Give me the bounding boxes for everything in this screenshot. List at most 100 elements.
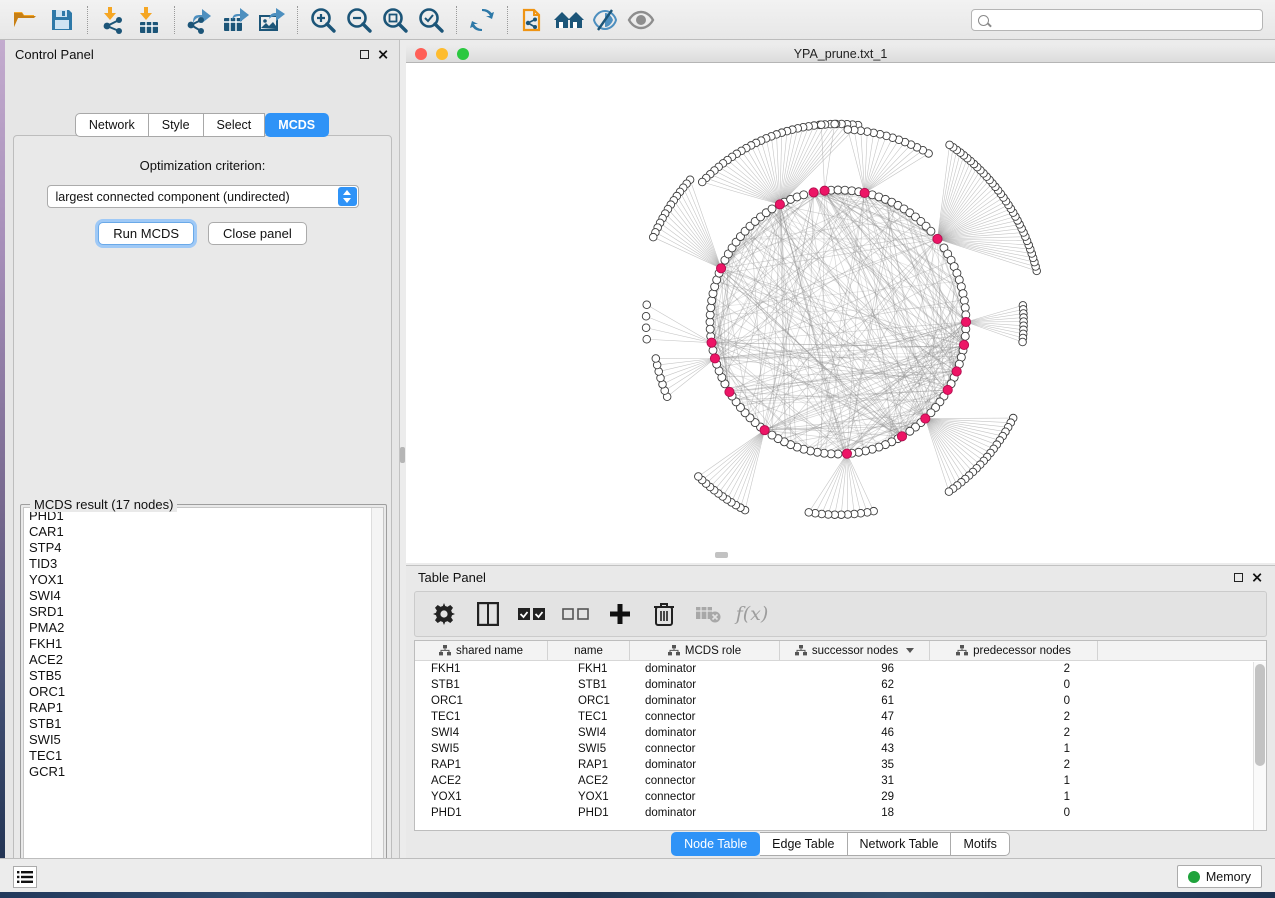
mcds-list-scrollbar[interactable] — [371, 508, 383, 872]
mcds-hub-node[interactable] — [952, 367, 961, 376]
float-panel-icon[interactable] — [360, 50, 369, 59]
mcds-result-list[interactable]: PHD1CAR1STP4TID3YOX1SWI4SRD1PMA2FKH1ACE2… — [23, 507, 384, 873]
deselect-all-icon[interactable] — [561, 599, 591, 629]
tab-mcds[interactable]: MCDS — [265, 113, 329, 137]
table-row[interactable]: ACE2ACE2connector311 — [415, 773, 1266, 789]
mcds-hub-node[interactable] — [933, 234, 942, 243]
table-row[interactable]: RAP1RAP1dominator352 — [415, 757, 1266, 773]
tab-style[interactable]: Style — [149, 113, 204, 137]
mcds-hub-node[interactable] — [775, 200, 784, 209]
split-scrollbar-thumb[interactable] — [400, 447, 405, 463]
show-eye-icon[interactable] — [623, 4, 659, 36]
import-network-icon[interactable] — [95, 4, 131, 36]
column-header-shared-name[interactable]: shared name — [415, 641, 548, 660]
tab-motifs[interactable]: Motifs — [951, 832, 1009, 856]
table-scrollbar-thumb[interactable] — [1255, 664, 1265, 766]
float-table-panel-icon[interactable] — [1234, 573, 1243, 582]
share-document-icon[interactable] — [515, 4, 551, 36]
mcds-hub-node[interactable] — [809, 188, 818, 197]
delete-row-icon[interactable] — [649, 599, 679, 629]
tab-select[interactable]: Select — [204, 113, 266, 137]
mcds-hub-node[interactable] — [760, 426, 769, 435]
select-all-icon[interactable] — [517, 599, 547, 629]
mcds-hub-node[interactable] — [961, 317, 970, 326]
mcds-result-item[interactable]: YOX1 — [24, 572, 383, 588]
mcds-result-item[interactable]: ORC1 — [24, 684, 383, 700]
mcds-result-item[interactable]: FKH1 — [24, 636, 383, 652]
mcds-hub-node[interactable] — [943, 385, 952, 394]
refresh-icon[interactable] — [464, 4, 500, 36]
cell-shared-name: PHD1 — [415, 807, 548, 819]
mcds-result-item[interactable]: SRD1 — [24, 604, 383, 620]
task-history-button[interactable] — [13, 866, 37, 888]
export-table-icon[interactable] — [218, 4, 254, 36]
column-header-name[interactable]: name — [548, 641, 630, 660]
table-row[interactable]: STB1STB1dominator620 — [415, 677, 1266, 693]
add-row-icon[interactable] — [605, 599, 635, 629]
table-row[interactable]: FKH1FKH1dominator962 — [415, 661, 1266, 677]
mcds-result-item[interactable]: PMA2 — [24, 620, 383, 636]
table-row[interactable]: YOX1YOX1connector291 — [415, 789, 1266, 805]
mcds-result-item[interactable]: ACE2 — [24, 652, 383, 668]
close-table-panel-icon[interactable]: ⨯ — [1251, 573, 1263, 582]
column-header-successor-nodes[interactable]: successor nodes — [780, 641, 930, 660]
tab-network[interactable]: Network — [75, 113, 149, 137]
table-row[interactable]: SWI4SWI4dominator462 — [415, 725, 1266, 741]
mcds-hub-node[interactable] — [842, 449, 851, 458]
mcds-result-title: MCDS result (17 nodes) — [30, 497, 177, 512]
table-scrollbar[interactable] — [1253, 662, 1266, 830]
mcds-result-item[interactable]: STB5 — [24, 668, 383, 684]
mcds-result-item[interactable]: STB1 — [24, 716, 383, 732]
hide-annotations-icon[interactable] — [587, 4, 623, 36]
mcds-result-item[interactable]: TID3 — [24, 556, 383, 572]
cell-predecessor: 0 — [930, 679, 1098, 691]
column-header-mcds-role[interactable]: MCDS role — [630, 641, 780, 660]
optimization-criterion-select[interactable]: largest connected component (undirected) — [47, 185, 359, 208]
column-chooser-icon[interactable] — [473, 599, 503, 629]
table-row[interactable]: ORC1ORC1dominator610 — [415, 693, 1266, 709]
column-header-predecessor-nodes[interactable]: predecessor nodes — [930, 641, 1098, 660]
network-window-titlebar[interactable]: YPA_prune.txt_1 — [406, 45, 1275, 63]
mcds-result-item[interactable]: CAR1 — [24, 524, 383, 540]
mcds-hub-node[interactable] — [710, 354, 719, 363]
mcds-hub-node[interactable] — [921, 414, 930, 423]
close-panel-button[interactable]: Close panel — [208, 222, 307, 245]
table-row[interactable]: PHD1PHD1dominator180 — [415, 805, 1266, 821]
save-icon[interactable] — [44, 4, 80, 36]
toolbar-search-box[interactable] — [971, 9, 1263, 31]
memory-button[interactable]: Memory — [1177, 865, 1262, 888]
mcds-hub-node[interactable] — [725, 387, 734, 396]
mcds-hub-node[interactable] — [707, 338, 716, 347]
mcds-hub-node[interactable] — [820, 186, 829, 195]
mcds-result-item[interactable]: TEC1 — [24, 748, 383, 764]
network-graph-canvas[interactable] — [406, 63, 1275, 562]
mcds-hub-node[interactable] — [897, 432, 906, 441]
search-input[interactable] — [994, 13, 1256, 27]
mcds-hub-node[interactable] — [716, 264, 725, 273]
export-image-icon[interactable] — [254, 4, 290, 36]
zoom-selected-icon[interactable] — [413, 4, 449, 36]
mcds-result-item[interactable]: STP4 — [24, 540, 383, 556]
table-row[interactable]: TEC1TEC1connector472 — [415, 709, 1266, 725]
tab-network-table[interactable]: Network Table — [848, 832, 952, 856]
tab-node-table[interactable]: Node Table — [671, 832, 760, 856]
mcds-result-item[interactable]: SWI5 — [24, 732, 383, 748]
mcds-hub-node[interactable] — [959, 340, 968, 349]
mcds-result-item[interactable]: RAP1 — [24, 700, 383, 716]
run-mcds-button[interactable]: Run MCDS — [98, 222, 194, 245]
network-hscroll-thumb[interactable] — [715, 552, 728, 558]
zoom-in-icon[interactable] — [305, 4, 341, 36]
import-table-icon[interactable] — [131, 4, 167, 36]
zoom-out-icon[interactable] — [341, 4, 377, 36]
open-folder-icon[interactable] — [8, 4, 44, 36]
mcds-result-item[interactable]: GCR1 — [24, 764, 383, 780]
table-row[interactable]: SWI5SWI5connector431 — [415, 741, 1266, 757]
tab-edge-table[interactable]: Edge Table — [760, 832, 847, 856]
close-panel-icon[interactable]: ⨯ — [377, 50, 389, 59]
mcds-result-item[interactable]: SWI4 — [24, 588, 383, 604]
settings-gear-icon[interactable] — [429, 599, 459, 629]
zoom-fit-icon[interactable] — [377, 4, 413, 36]
export-network-icon[interactable] — [182, 4, 218, 36]
home-icon[interactable] — [551, 4, 587, 36]
mcds-hub-node[interactable] — [860, 188, 869, 197]
